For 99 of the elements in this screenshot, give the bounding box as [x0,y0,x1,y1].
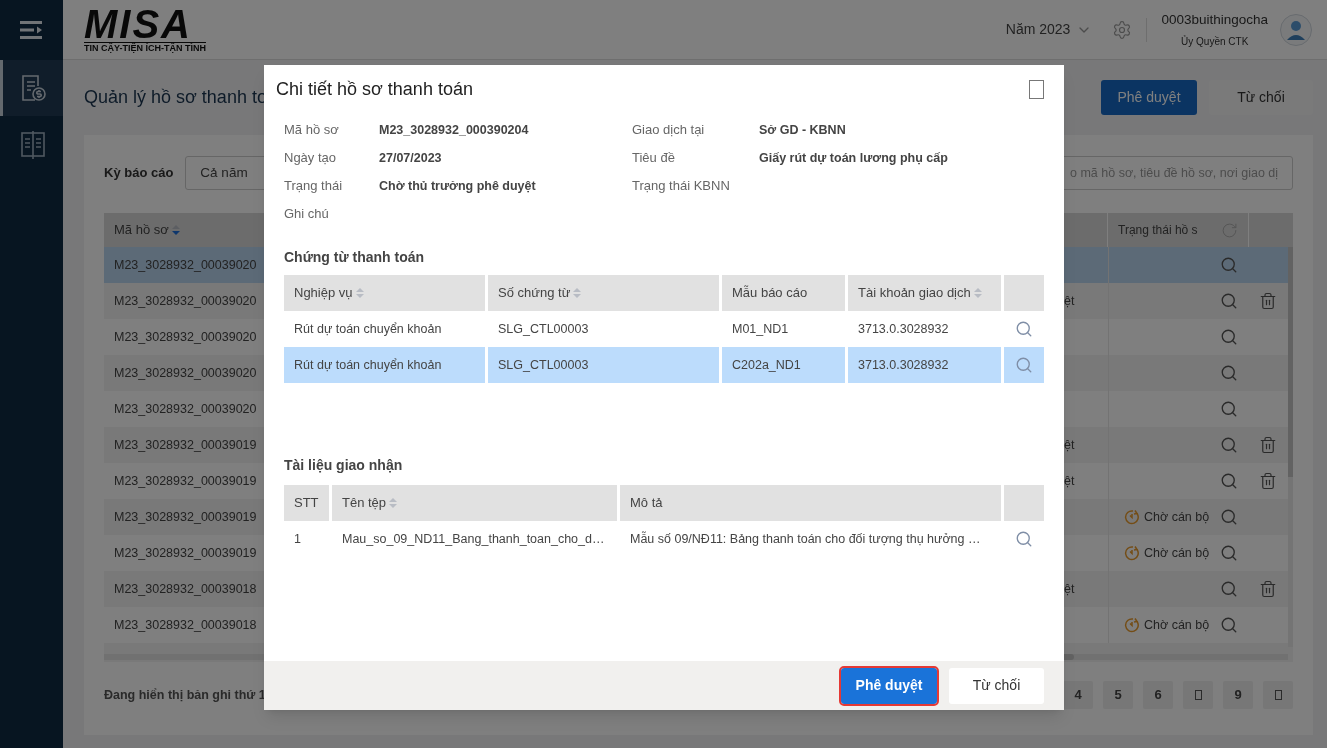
trash-icon[interactable] [1259,292,1277,310]
search-icon[interactable] [1220,436,1238,454]
search-icon[interactable] [1220,256,1238,274]
search-icon[interactable] [1220,292,1238,310]
field-value: 27/07/2023 [379,149,442,167]
table-cell-text: SLG_CTL00003 [498,320,589,338]
column-header[interactable]: Số chứng từ [498,283,571,303]
field-label: Giao dịch tại [632,121,705,140]
field-label: Trạng thái KBNN [632,177,730,196]
square-icon[interactable] [1029,79,1044,99]
column-header[interactable]: Trạng thái hồ s [1118,221,1198,239]
table-cell-text: ệt [1064,436,1075,454]
column-header[interactable]: Mã hồ sơ [114,220,169,240]
table-cell-text: M23_3028932_00039020 [114,328,257,346]
reject-button[interactable]: Từ chối [949,667,1044,704]
table-cell-text: Rút dự toán chuyển khoản [294,356,442,374]
table-cell-text: M23_3028932_00039020 [114,256,257,274]
table-cell-text: ệt [1064,472,1075,490]
search-icon[interactable] [1220,328,1238,346]
field-value: M23_3028932_000390204 [379,121,529,139]
table-cell-text: 3713.0.3028932 [858,356,949,374]
search-icon[interactable] [1220,472,1238,490]
trash-icon[interactable] [1259,472,1277,490]
book-icon [20,129,46,159]
table-cell-text: Rút dự toán chuyển khoản [294,320,442,338]
table-cell-text: 1 [294,530,301,548]
field-label: Mã hồ sơ [284,121,339,140]
filter-label: Kỳ báo cáo [104,164,174,183]
vertical-scrollbar[interactable] [1288,247,1293,647]
sidebar-item[interactable] [0,60,63,116]
table-cell-text: M23_3028932_00039020 [114,364,257,382]
logo-tagline: TIN CẬY-TIỆN ÍCH-TẬN TÌNH [84,42,206,53]
table-cell-text: M23_3028932_00039019 [114,436,257,454]
trash-icon[interactable] [1259,580,1277,598]
field-label: Tiêu đề [632,149,675,168]
clock-icon [1124,509,1140,525]
search-icon[interactable] [1220,364,1238,382]
user-role: Ủy Quyền CTK [1181,34,1249,50]
column-header: STT [294,494,319,513]
clock-icon [1124,545,1140,561]
table-cell-text: M23_3028932_00039019 [114,544,257,562]
page-button[interactable] [1263,681,1293,709]
table-cell-text: M01_ND1 [732,320,789,338]
field-value: Sở GD - KBNN [759,121,846,139]
field-value: Giấy rút dự toán lương phụ cấp [759,149,948,167]
search-icon[interactable] [1220,616,1238,634]
search-icon[interactable] [1015,320,1033,338]
column-header: Mô tả [630,494,663,513]
trash-icon[interactable] [1259,436,1277,454]
status-text: Chờ cán bộ [1144,544,1210,562]
dialog-title: Chi tiết hồ sơ thanh toán [276,77,473,101]
table-cell-text: Mẫu số 09/NĐ11: Bảng thanh toán cho đối tượng thụ hưởng … [630,530,981,548]
section-title: Chứng từ thanh toán [284,248,425,267]
table-cell-text: M23_3028932_00039020 [114,292,257,310]
field-label: Trạng thái [284,177,343,196]
table-cell-text: 3713.0.3028932 [858,320,949,338]
square-icon [1274,690,1282,700]
field-label: Ghi chú [284,205,329,224]
table-cell-text: M23_3028932_00039019 [114,472,257,490]
column-header[interactable]: Tên tệp [342,493,387,513]
table-cell-text: ệt [1064,292,1075,310]
section-title: Tài liệu giao nhận [284,456,403,475]
table-cell-text: C202a_ND1 [732,356,801,374]
page-button[interactable]: 5 [1103,681,1133,709]
search-icon[interactable] [1220,400,1238,418]
status-text: Chờ cán bộ [1144,616,1210,634]
search-icon[interactable] [1015,356,1033,374]
avatar[interactable] [1280,13,1312,46]
approve-button[interactable]: Phê duyệt [1101,80,1197,115]
approve-button[interactable]: Phê duyệt [841,667,937,704]
status-text: Chờ cán bộ [1144,508,1210,526]
page-button[interactable]: 9 [1223,681,1253,709]
table-cell-text: M23_3028932_00039018 [114,616,257,634]
table-cell-text: SLG_CTL00003 [498,356,589,374]
settings-icon[interactable] [1112,19,1133,40]
table-cell-text: ệt [1064,580,1075,598]
document-dollar-icon [19,73,47,103]
table-cell-text: M23_3028932_00039018 [114,580,257,598]
field-value: Chờ thủ trưởng phê duyệt [379,177,536,195]
year-dropdown[interactable]: Năm 2023 [1005,19,1093,40]
table-row[interactable]: Rút dự toán chuyển khoản SLG_CTL00003 C202a_ND1 3713.0.3028932 [284,347,1044,383]
column-header[interactable]: Nghiệp vụ [294,283,353,303]
page-button[interactable]: 6 [1143,681,1173,709]
clock-icon [1124,617,1140,633]
logo: MISA [84,6,192,42]
search-icon[interactable] [1015,530,1033,548]
search-icon[interactable] [1220,508,1238,526]
page-button[interactable] [1183,681,1213,709]
column-header: Mẫu báo cáo [732,284,808,303]
search-icon[interactable] [1220,580,1238,598]
page-button[interactable]: 4 [1063,681,1093,709]
user-name: 0003buithingocha [1161,10,1268,29]
menu-icon[interactable] [19,21,44,39]
table-cell-text: Mau_so_09_ND11_Bang_thanh_toan_cho_d… [342,530,605,548]
square-icon [1194,690,1202,700]
field-label: Ngày tạo [284,149,337,168]
table-cell-text: M23_3028932_00039020 [114,400,257,418]
table-cell-text: M23_3028932_00039019 [114,508,257,526]
search-icon[interactable] [1220,544,1238,562]
